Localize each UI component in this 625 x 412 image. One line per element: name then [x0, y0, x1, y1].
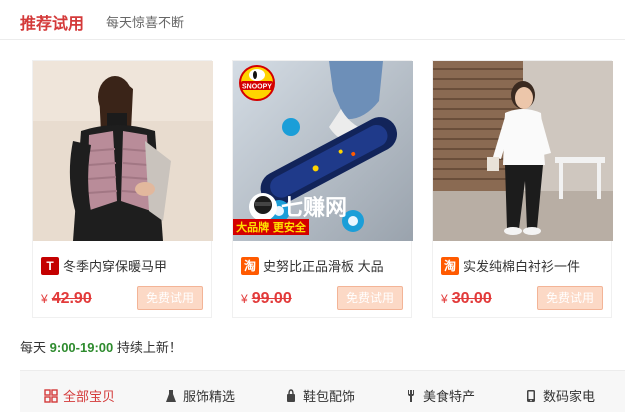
category-electronics[interactable]: 数码家电	[524, 386, 595, 405]
dress-icon	[166, 390, 176, 402]
category-label: 数码家电	[543, 389, 596, 404]
product-card[interactable]: T 冬季内穿保暖马甲 ¥42.90 免费试用	[32, 60, 213, 318]
watermark-text: 七赚网	[281, 195, 347, 221]
free-trial-button[interactable]: 免费试用	[337, 286, 403, 310]
section-title: 推荐试用	[20, 16, 85, 33]
category-all[interactable]: 全部宝贝	[44, 386, 115, 405]
product-name-row[interactable]: 淘实发纯棉白衬衫一件	[441, 256, 607, 276]
product-price: ¥30.00	[441, 290, 492, 308]
product-name[interactable]: 实发纯棉白衬衫一件	[463, 256, 580, 275]
product-name[interactable]: 冬季内穿保暖马甲	[63, 256, 167, 275]
currency-symbol: ¥	[441, 292, 448, 306]
price-value: 42.90	[51, 290, 92, 307]
category-shoes-bags[interactable]: 鞋包配饰	[284, 386, 355, 405]
category-label: 全部宝贝	[63, 389, 116, 404]
category-label: 美食特产	[423, 389, 476, 404]
price-value: 30.00	[451, 290, 492, 307]
category-bar: 全部宝贝 服饰精选 鞋包配饰 美食特产 数码家电	[20, 370, 625, 412]
product-name[interactable]: 史努比正品滑板 大品	[263, 256, 384, 275]
free-trial-button[interactable]: 免费试用	[537, 286, 603, 310]
product-price: ¥42.90	[41, 290, 92, 308]
category-food[interactable]: 美食特产	[404, 386, 475, 405]
grid-icon	[44, 389, 58, 403]
tmall-icon: T	[41, 256, 59, 275]
product-price: ¥99.00	[241, 290, 292, 308]
category-label: 鞋包配饰	[303, 389, 356, 404]
product-name-row[interactable]: 淘史努比正品滑板 大品	[241, 256, 407, 276]
product-image[interactable]	[33, 61, 213, 241]
promo-hours: 9:00-19:00	[49, 340, 114, 355]
product-card[interactable]: SNOOPY 七赚网 大品牌 更安全 淘史努比正品滑板 大品 ¥99.00 免费…	[232, 60, 413, 318]
bag-icon	[287, 389, 295, 402]
promo-suffix: 持续上新！	[116, 340, 182, 355]
currency-symbol: ¥	[41, 292, 48, 306]
free-trial-button[interactable]: 免费试用	[137, 286, 203, 310]
promo-prefix: 每天	[20, 340, 47, 355]
product-card[interactable]: 淘实发纯棉白衬衫一件 ¥30.00 免费试用	[432, 60, 613, 318]
currency-symbol: ¥	[241, 292, 248, 306]
section-header: 推荐试用 每天惊喜不断	[0, 0, 625, 40]
product-image[interactable]: SNOOPY 七赚网 大品牌 更安全	[233, 61, 413, 241]
product-image[interactable]	[433, 61, 613, 241]
phone-icon	[527, 390, 535, 402]
taobao-icon: 淘	[441, 256, 459, 275]
brand-banner-text: 大品牌 更安全	[236, 220, 307, 234]
snoopy-logo-text: SNOOPY	[242, 84, 272, 91]
category-label: 服饰精选	[183, 389, 236, 404]
price-value: 99.00	[251, 290, 292, 307]
taobao-icon: 淘	[241, 256, 259, 275]
section-subtitle: 每天惊喜不断	[106, 15, 185, 30]
product-name-row[interactable]: T 冬季内穿保暖马甲	[41, 256, 207, 276]
promo-line: 每天 9:00-19:00 持续上新！	[20, 337, 182, 356]
food-icon	[408, 390, 414, 402]
category-clothing[interactable]: 服饰精选	[164, 386, 235, 405]
